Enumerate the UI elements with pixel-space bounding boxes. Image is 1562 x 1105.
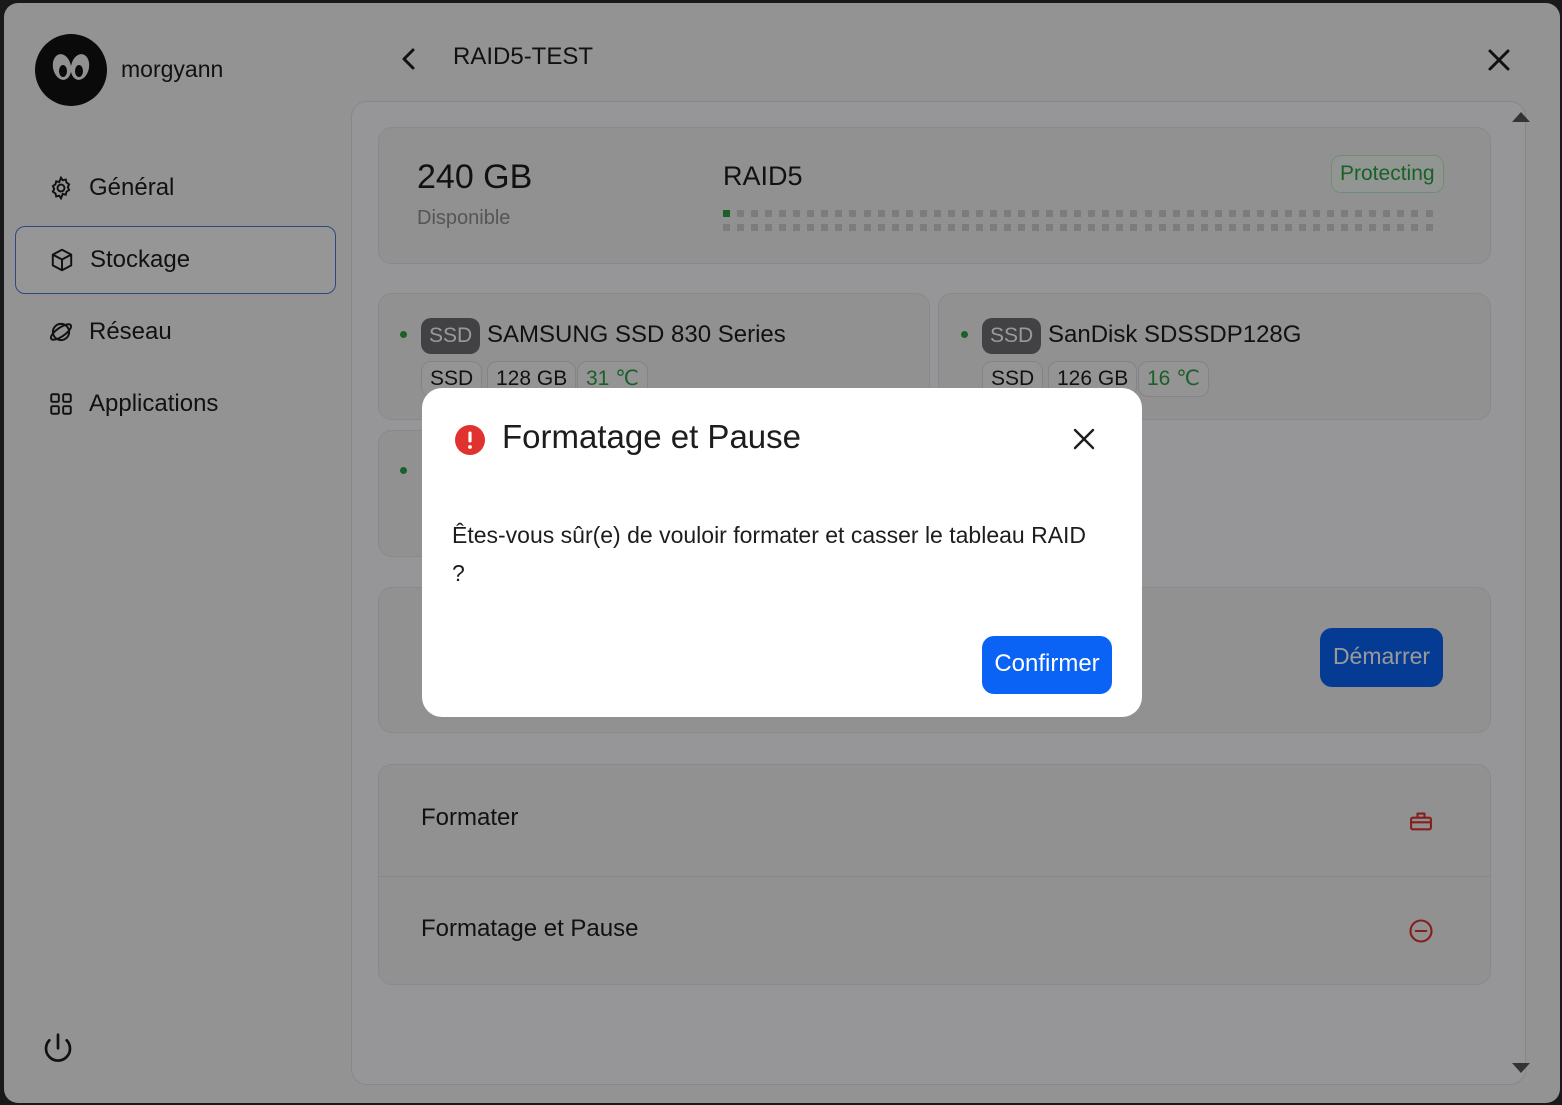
dialog-title: Formatage et Pause xyxy=(502,418,801,455)
dialog-message: Êtes-vous sûr(e) de vouloir formater et … xyxy=(452,522,1087,586)
alert-icon xyxy=(454,424,486,456)
confirm-button[interactable]: Confirmer xyxy=(982,636,1112,694)
confirm-dialog: Formatage et Pause Êtes-vous sûr(e) de v… xyxy=(422,388,1142,717)
close-icon[interactable] xyxy=(1070,425,1098,453)
